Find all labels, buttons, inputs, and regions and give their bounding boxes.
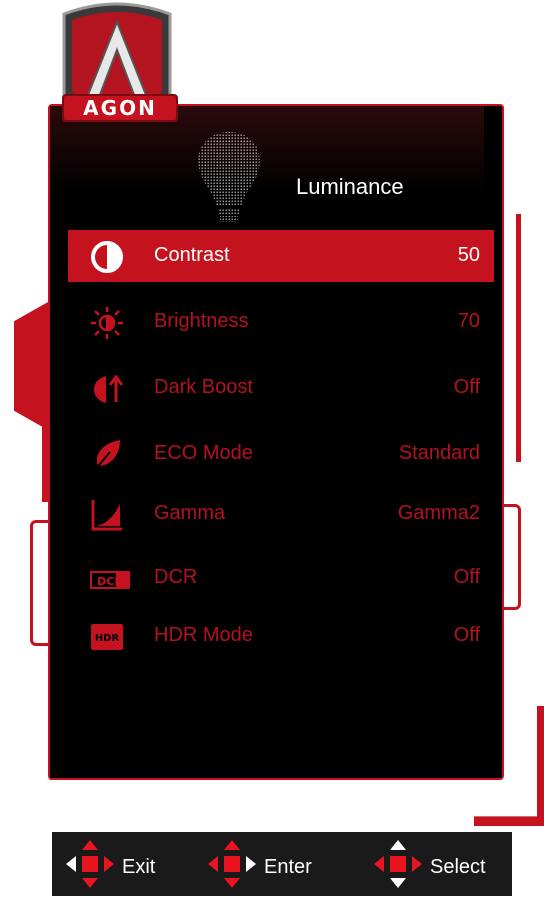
menu-item-value: Off [453, 376, 480, 398]
menu-item-value: Off [453, 624, 480, 646]
menu-item-label: ECO Mode [154, 442, 253, 464]
menu-item-hdr-mode[interactable]: HDR HDR Mode Off [68, 610, 494, 662]
menu-item-label: HDR Mode [154, 624, 253, 646]
menu-item-label: Gamma [154, 502, 226, 524]
gamma-icon [90, 498, 124, 532]
dpad-select-icon [370, 836, 426, 892]
dark-boost-icon [90, 372, 124, 406]
menu-item-value: 70 [457, 310, 480, 332]
menu-title: Luminance [296, 174, 404, 199]
luminance-bulb-icon [192, 128, 266, 228]
svg-text:DCR: DCR [97, 575, 123, 588]
menu-item-value: Off [453, 566, 480, 588]
eco-mode-icon [90, 438, 124, 472]
menu-item-value: Gamma2 [397, 502, 480, 524]
nav-select-label: Select [430, 856, 486, 878]
menu-item-contrast[interactable]: Contrast 50 [68, 230, 494, 282]
menu-item-dcr[interactable]: DCR DCR Off [68, 552, 494, 604]
menu-item-brightness[interactable]: Brightness 70 [68, 296, 494, 348]
menu-item-value: Standard [398, 442, 480, 464]
nav-enter-label: Enter [264, 856, 312, 878]
menu-item-label: Brightness [154, 310, 249, 332]
menu-item-gamma[interactable]: Gamma Gamma2 [68, 488, 494, 540]
nav-footer: Exit Enter Select [52, 832, 512, 896]
hdr-icon: HDR [90, 620, 124, 654]
dcr-icon: DCR [90, 562, 130, 596]
contrast-icon [90, 240, 124, 274]
nav-exit[interactable]: Exit [62, 832, 172, 896]
dpad-enter-icon [204, 836, 260, 892]
agon-logo-text: AGON [62, 94, 178, 122]
nav-select[interactable]: Select [370, 832, 510, 896]
agon-logo: AGON [52, 0, 182, 140]
dpad-exit-icon [62, 836, 118, 892]
brightness-icon [90, 306, 124, 340]
svg-text:HDR: HDR [95, 633, 120, 644]
nav-exit-label: Exit [122, 856, 156, 878]
menu-item-eco-mode[interactable]: ECO Mode Standard [68, 428, 494, 480]
menu-item-label: Dark Boost [154, 376, 253, 398]
nav-enter[interactable]: Enter [204, 832, 334, 896]
menu-item-value: 50 [457, 244, 480, 266]
menu-item-label: DCR [154, 566, 198, 588]
menu-item-dark-boost[interactable]: Dark Boost Off [68, 362, 494, 414]
frame-right-bar [516, 214, 521, 462]
menu-item-label: Contrast [154, 244, 230, 266]
